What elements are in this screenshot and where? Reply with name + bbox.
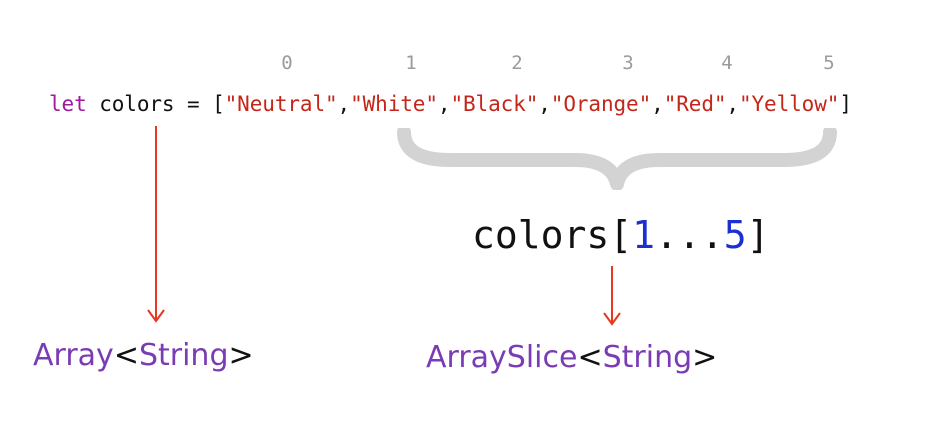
comma: , <box>337 92 351 116</box>
type-param: String <box>602 340 693 375</box>
range-brace-icon <box>397 128 837 190</box>
angle-open: < <box>113 338 139 373</box>
index-label-5: 5 <box>823 52 835 74</box>
index-label-2: 2 <box>511 52 523 74</box>
open-bracket: [ <box>212 92 225 116</box>
let-keyword: let <box>49 92 87 116</box>
index-label-1: 1 <box>405 52 417 74</box>
array-item: "Black" <box>450 92 539 116</box>
slice-open-bracket: [ <box>609 213 633 257</box>
array-item: "Yellow" <box>738 92 840 116</box>
slice-start-index: 1 <box>632 213 656 257</box>
slice-variable-name: colors <box>472 213 610 257</box>
index-label-0: 0 <box>281 52 293 74</box>
right-down-arrow-icon <box>603 266 621 326</box>
angle-close: > <box>228 338 254 373</box>
left-down-arrow-icon <box>147 126 165 323</box>
comma: , <box>726 92 739 116</box>
comma: , <box>538 92 551 116</box>
arrayslice-type-label: ArraySlice<String> <box>426 340 717 375</box>
slice-close-bracket: ] <box>746 213 770 257</box>
angle-close: > <box>692 340 718 375</box>
array-item: "White" <box>350 92 438 116</box>
slice-end-index: 5 <box>723 213 747 257</box>
assignment-operator: = <box>187 92 200 116</box>
comma: , <box>437 92 451 116</box>
index-label-4: 4 <box>721 52 733 74</box>
array-item: "Neutral" <box>224 92 338 116</box>
type-param: String <box>138 338 229 373</box>
array-item: "Red" <box>663 92 727 116</box>
slice-expression: colors[1...5] <box>472 213 769 257</box>
index-label-3: 3 <box>622 52 634 74</box>
angle-open: < <box>577 340 603 375</box>
comma: , <box>651 92 664 116</box>
type-name: ArraySlice <box>426 340 578 375</box>
array-type-label: Array<String> <box>33 338 254 373</box>
close-bracket: ] <box>839 92 852 116</box>
type-name: Array <box>33 338 114 373</box>
array-declaration-code: let colors = ["Neutral","White","Black",… <box>49 92 852 116</box>
variable-name: colors <box>99 92 175 116</box>
range-operator: ... <box>655 213 724 257</box>
array-item: "Orange" <box>550 92 652 116</box>
